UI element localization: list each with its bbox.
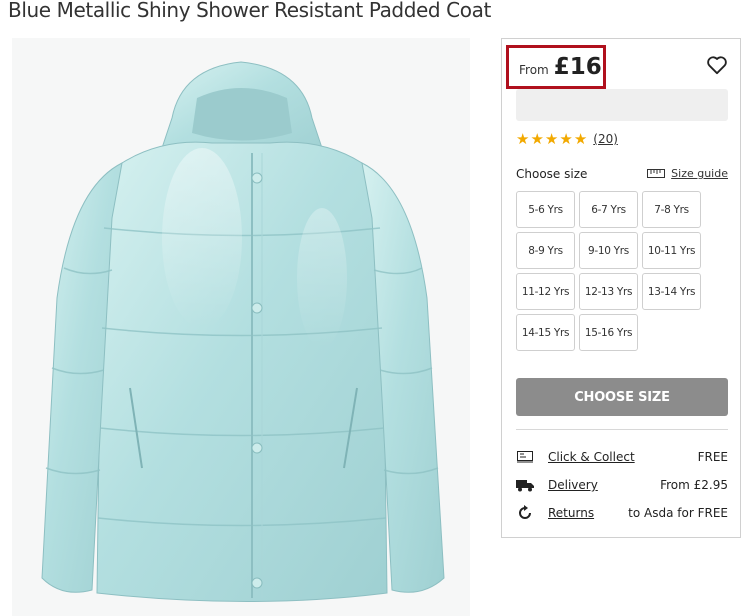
product-image[interactable] — [12, 38, 470, 616]
size-option-button[interactable]: 10-11 Yrs — [642, 232, 701, 269]
divider — [516, 429, 728, 430]
ruler-icon — [647, 169, 666, 178]
click-collect-row: Click & Collect FREE — [516, 449, 728, 465]
choose-size-button[interactable]: CHOOSE SIZE — [516, 378, 728, 416]
size-option-button[interactable]: 6-7 Yrs — [579, 191, 638, 228]
purchase-panel: From £16 ★ ★ ★ ★ ★ (20) Choose size Size gui… — [501, 38, 741, 538]
price-prefix: From — [519, 63, 549, 77]
size-option-button[interactable]: 7-8 Yrs — [642, 191, 701, 228]
star-rating: ★ ★ ★ ★ ★ — [516, 131, 588, 147]
size-option-button[interactable]: 11-12 Yrs — [516, 273, 575, 310]
price-box: From £16 — [506, 45, 606, 89]
product-title: Blue Metallic Shiny Shower Resistant Pad… — [8, 0, 491, 22]
delivery-truck-icon — [516, 477, 534, 493]
size-options: 5-6 Yrs 6-7 Yrs 7-8 Yrs 8-9 Yrs 9-10 Yrs 10-1… — [516, 191, 706, 351]
returns-row: Returns to Asda for FREE — [516, 505, 728, 521]
size-option-button[interactable]: 13-14 Yrs — [642, 273, 701, 310]
wishlist-button[interactable] — [704, 53, 730, 77]
star-icon: ★ — [544, 130, 559, 148]
star-icon: ★ — [530, 130, 544, 148]
size-option-button[interactable]: 14-15 Yrs — [516, 314, 575, 351]
puffer-jacket-image — [41, 61, 445, 602]
review-count-link[interactable]: (20) — [593, 132, 618, 146]
click-collect-link[interactable]: Click & Collect — [548, 450, 635, 464]
choose-size-label: Choose size — [516, 167, 588, 181]
size-guide-label: Size guide — [671, 167, 728, 180]
price-value: £16 — [553, 54, 602, 80]
delivery-row: Delivery From £2.95 — [516, 477, 728, 493]
size-option-button[interactable]: 8-9 Yrs — [516, 232, 575, 269]
delivery-link[interactable]: Delivery — [548, 478, 598, 492]
heart-outline-icon — [707, 56, 727, 75]
returns-info: to Asda for FREE — [628, 506, 728, 520]
star-icon: ★ — [573, 130, 588, 148]
click-collect-price: FREE — [697, 450, 728, 464]
delivery-price: From £2.95 — [660, 478, 728, 492]
click-collect-icon — [516, 449, 534, 465]
size-guide-link[interactable]: Size guide — [647, 167, 728, 180]
star-icon: ★ — [559, 130, 573, 148]
returns-link[interactable]: Returns — [548, 506, 594, 520]
returns-icon — [516, 505, 534, 521]
size-option-button[interactable]: 12-13 Yrs — [579, 273, 638, 310]
rating: ★ ★ ★ ★ ★ (20) — [516, 131, 618, 147]
star-icon: ★ — [516, 130, 530, 148]
size-option-button[interactable]: 5-6 Yrs — [516, 191, 575, 228]
loading-placeholder — [516, 89, 728, 121]
size-option-button[interactable]: 15-16 Yrs — [579, 314, 638, 351]
size-option-button[interactable]: 9-10 Yrs — [579, 232, 638, 269]
